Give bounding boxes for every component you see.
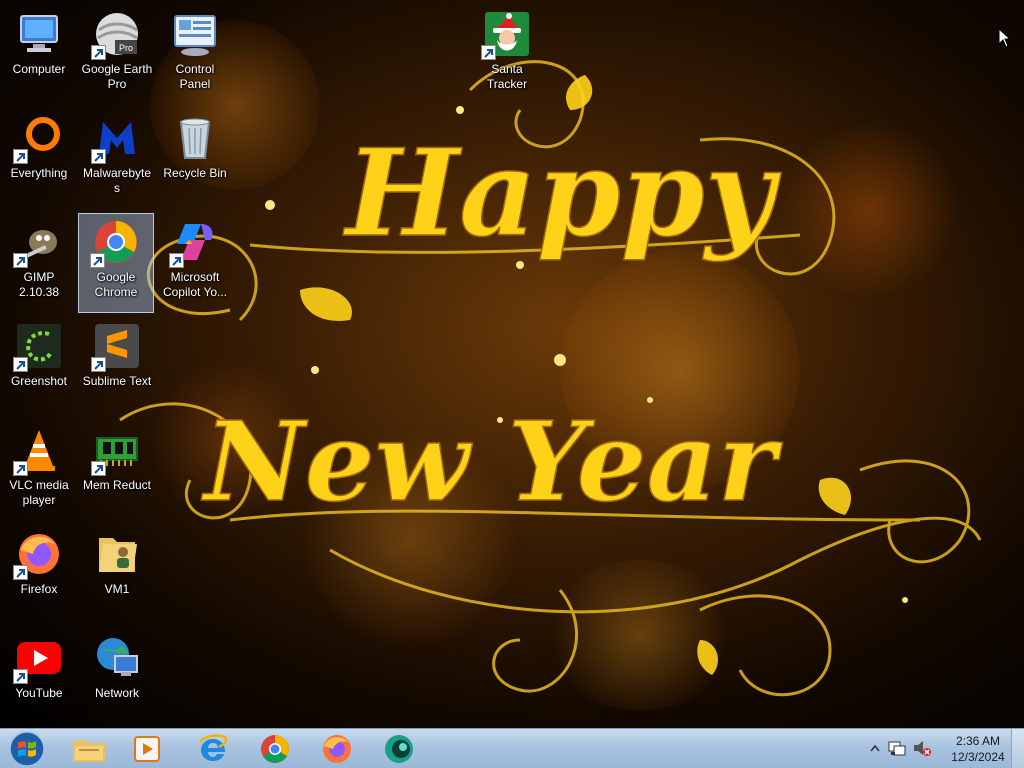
desktop-icon-label: Mem Reduct xyxy=(82,478,152,492)
file-explorer-icon xyxy=(73,740,105,762)
malwarebytes-icon xyxy=(91,114,141,164)
start-button[interactable] xyxy=(0,731,54,767)
app-icon xyxy=(385,735,413,763)
greenshot-icon xyxy=(13,322,63,372)
desktop-icon-greenshot[interactable]: Greenshot xyxy=(1,318,77,418)
desktop-icon-label: Everything xyxy=(10,166,68,180)
network-tray-icon[interactable] xyxy=(888,739,906,757)
desktop-icon-label: VLC media player xyxy=(9,478,69,507)
desktop-icon-label: Santa Tracker xyxy=(486,62,528,91)
recycle-bin-icon xyxy=(171,114,219,162)
desktop-icon-computer[interactable]: Computer xyxy=(1,6,77,106)
shortcut-arrow-icon xyxy=(91,149,106,164)
desktop-icon-label: Sublime Text xyxy=(82,374,152,388)
google-earth-icon: Pro xyxy=(91,10,141,60)
firefox-icon xyxy=(13,530,63,580)
desktop-icon-santa-tracker[interactable]: Santa Tracker xyxy=(469,6,545,106)
desktop-icon-mem-reduct[interactable]: Mem Reduct xyxy=(79,422,155,522)
shortcut-arrow-icon xyxy=(13,669,28,684)
sublime-text-icon xyxy=(91,322,141,372)
mem-reduct-icon xyxy=(91,426,141,476)
shortcut-arrow-icon xyxy=(13,253,28,268)
volume-muted-icon[interactable] xyxy=(912,739,932,757)
desktop-icon-sublime-text[interactable]: Sublime Text xyxy=(79,318,155,418)
taskbar-internet-explorer[interactable] xyxy=(186,731,240,767)
firefox-icon xyxy=(323,735,351,763)
desktop-icon-malwarebytes[interactable]: Malwarebytes xyxy=(79,110,155,210)
show-desktop-button[interactable] xyxy=(1011,729,1024,768)
youtube-icon xyxy=(13,634,63,684)
control-panel-icon xyxy=(171,10,219,58)
vlc-icon xyxy=(13,426,63,476)
desktop-icon-network[interactable]: Network xyxy=(79,630,155,728)
desktop-icon-label: Computer xyxy=(12,62,66,76)
shortcut-arrow-icon xyxy=(91,357,106,372)
desktop-icon-gimp[interactable]: GIMP 2.10.38 xyxy=(1,214,77,314)
everything-icon xyxy=(13,114,63,164)
shortcut-arrow-icon xyxy=(13,565,28,580)
show-hidden-icons-chevron[interactable] xyxy=(870,744,880,752)
clock[interactable]: 2:36 AM 12/3/2024 xyxy=(948,733,1008,765)
desktop-icon-label: Recycle Bin xyxy=(163,166,227,180)
desktop-icon-label: Malwarebytes xyxy=(82,166,152,195)
desktop-icon-label: Microsoft Copilot Yo... xyxy=(162,270,228,299)
desktop-icon-control-panel[interactable]: Control Panel xyxy=(157,6,233,106)
taskbar-file-explorer[interactable] xyxy=(62,731,116,767)
mouse-cursor-icon xyxy=(998,28,1012,48)
desktop-icon-google-earth-pro[interactable]: Pro Google Earth Pro xyxy=(79,6,155,106)
shortcut-arrow-icon xyxy=(13,461,28,476)
taskbar-chrome[interactable] xyxy=(248,731,302,767)
desktop-icon-label: Greenshot xyxy=(10,374,68,388)
taskbar-app[interactable] xyxy=(372,731,426,767)
shortcut-arrow-icon xyxy=(91,45,106,60)
copilot-icon xyxy=(169,218,219,268)
taskbar-firefox[interactable] xyxy=(310,731,364,767)
desktop-icon-microsoft-copilot[interactable]: Microsoft Copilot Yo... xyxy=(157,214,233,314)
wallpaper-text-new-year: New Year xyxy=(201,397,783,526)
clock-time: 2:36 AM xyxy=(955,734,1001,748)
taskbar-media-player[interactable] xyxy=(120,731,174,767)
desktop-icon-label: Firefox xyxy=(20,582,58,596)
clock-date: 12/3/2024 xyxy=(951,750,1005,764)
shortcut-arrow-icon xyxy=(91,461,106,476)
desktop-icon-label: Google Chrome xyxy=(94,270,138,299)
santa-tracker-icon xyxy=(481,10,531,60)
computer-icon xyxy=(15,10,63,58)
desktop-icon-everything[interactable]: Everything xyxy=(1,110,77,210)
desktop-icon-label: Google Earth Pro xyxy=(81,62,153,91)
shortcut-arrow-icon xyxy=(13,149,28,164)
wallpaper-text-happy: Happy xyxy=(343,123,782,264)
desktop-icon-vm1[interactable]: VM1 xyxy=(79,526,155,626)
shortcut-arrow-icon xyxy=(169,253,184,268)
desktop-icon-firefox[interactable]: Firefox xyxy=(1,526,77,626)
system-tray: 2:36 AM 12/3/2024 xyxy=(864,729,1024,768)
desktop-icon-label: VM1 xyxy=(104,582,130,596)
folder-icon xyxy=(93,530,141,578)
chrome-icon xyxy=(90,218,140,268)
chrome-icon xyxy=(261,735,289,763)
media-player-icon xyxy=(134,736,160,762)
svg-text:Pro: Pro xyxy=(119,43,133,53)
gimp-icon xyxy=(13,218,63,268)
desktop-icon-recycle-bin[interactable]: Recycle Bin xyxy=(157,110,233,210)
desktop-icon-label: Network xyxy=(94,686,139,700)
desktop[interactable]: Happy New Year Computer Everything GIMP … xyxy=(0,0,1024,728)
taskbar: 2:36 AM 12/3/2024 xyxy=(0,728,1024,768)
desktop-icon-label: YouTube xyxy=(15,686,63,700)
desktop-icon-google-chrome[interactable]: Google Chrome xyxy=(78,213,154,313)
desktop-icon-label: Control Panel xyxy=(175,62,215,91)
shortcut-arrow-icon xyxy=(481,45,496,60)
desktop-icon-youtube[interactable]: YouTube xyxy=(1,630,77,728)
shortcut-arrow-icon xyxy=(13,357,28,372)
desktop-icon-vlc[interactable]: VLC media player xyxy=(1,422,77,522)
shortcut-arrow-icon xyxy=(90,253,105,268)
windows-start-icon xyxy=(9,731,45,767)
internet-explorer-icon xyxy=(198,734,228,761)
network-icon xyxy=(93,634,141,682)
desktop-icon-label: GIMP 2.10.38 xyxy=(18,270,60,299)
